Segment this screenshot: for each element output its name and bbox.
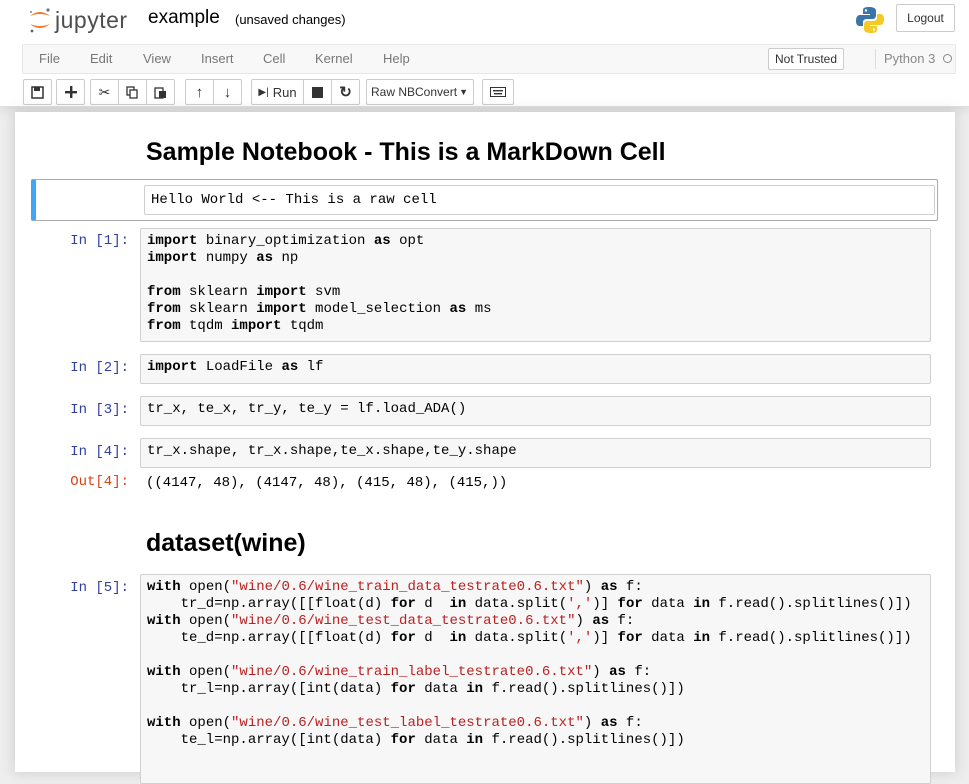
jupyter-logo-icon <box>29 8 50 33</box>
run-icon: ▶| <box>258 86 269 98</box>
input-prompt: In [4]: <box>70 444 129 460</box>
markdown-heading[interactable]: Sample Notebook - This is a MarkDown Cel… <box>146 138 666 167</box>
input-prompt: In [5]: <box>70 580 129 596</box>
brand-wordmark: jupyter <box>55 7 128 33</box>
paste-icon <box>154 86 166 99</box>
menu-edit[interactable]: Edit <box>90 51 112 66</box>
markdown-heading[interactable]: dataset(wine) <box>146 529 306 558</box>
notebook-container: Sample Notebook - This is a MarkDown Cel… <box>15 112 955 784</box>
run-label: Run <box>272 84 297 100</box>
restart-icon: ↻ <box>339 84 352 101</box>
arrow-down-icon: ↓ <box>223 83 232 101</box>
command-palette-button[interactable] <box>482 79 514 105</box>
code-text: import binary_optimization as opt import… <box>147 233 492 334</box>
code-text: tr_x.shape, tr_x.shape,te_x.shape,te_y.s… <box>147 443 517 459</box>
kernel-idle-icon <box>943 54 952 63</box>
copy-button[interactable] <box>118 79 147 105</box>
menu-insert[interactable]: Insert <box>201 51 234 66</box>
cut-button[interactable]: ✂ <box>90 79 119 105</box>
menu-view[interactable]: View <box>143 51 171 66</box>
keyboard-icon <box>490 87 506 97</box>
code-text: import LoadFile as lf <box>147 359 324 375</box>
run-button[interactable]: ▶| Run <box>251 79 304 105</box>
save-button[interactable] <box>23 79 52 105</box>
menubar: File Edit View Insert Cell Kernel Help N… <box>22 44 956 74</box>
menu-file[interactable]: File <box>39 51 60 66</box>
code-text: with open("wine/0.6/wine_train_data_test… <box>147 579 912 748</box>
output-text: ((4147, 48), (4147, 48), (415, 48), (415… <box>146 475 508 491</box>
cell-type-select[interactable]: Raw NBConvert ▼ <box>366 79 474 105</box>
code-cell-editor[interactable]: import binary_optimization as opt import… <box>140 228 931 342</box>
cut-icon: ✂ <box>98 83 111 100</box>
not-trusted-button[interactable]: Not Trusted <box>768 48 845 70</box>
raw-cell-editor[interactable]: Hello World <-- This is a raw cell <box>144 185 935 215</box>
python-logo-icon <box>856 7 884 33</box>
notebook-name[interactable]: example <box>148 7 220 29</box>
restart-button[interactable]: ↻ <box>331 79 360 105</box>
interrupt-button[interactable] <box>303 79 332 105</box>
raw-cell[interactable]: Hello World <-- This is a raw cell <box>31 179 938 221</box>
menu-help[interactable]: Help <box>383 51 410 66</box>
paste-button[interactable] <box>146 79 175 105</box>
code-cell-editor[interactable]: import LoadFile as lf <box>140 354 931 384</box>
input-prompt: In [2]: <box>70 360 129 376</box>
stop-icon <box>312 86 323 98</box>
cell-type-value: Raw NBConvert <box>371 85 458 99</box>
copy-icon <box>126 85 138 99</box>
jupyter-logo[interactable]: jupyter <box>27 6 137 34</box>
input-prompt: In [3]: <box>70 402 129 418</box>
raw-cell-text: Hello World <-- This is a raw cell <box>151 192 437 208</box>
header: jupyter example (unsaved changes) Logout… <box>0 0 969 107</box>
move-down-button[interactable]: ↓ <box>213 79 242 105</box>
input-prompt: In [1]: <box>70 233 129 249</box>
plus-icon <box>64 86 77 98</box>
save-status: (unsaved changes) <box>235 12 346 27</box>
arrow-up-icon: ↑ <box>195 83 204 101</box>
insert-cell-button[interactable] <box>56 79 85 105</box>
code-text: tr_x, te_x, tr_y, te_y = lf.load_ADA() <box>147 401 467 417</box>
menu-kernel[interactable]: Kernel <box>315 51 353 66</box>
kernel-name: Python 3 <box>875 49 935 69</box>
code-cell-editor[interactable]: tr_x, te_x, tr_y, te_y = lf.load_ADA() <box>140 396 931 426</box>
logout-button[interactable]: Logout <box>896 4 955 32</box>
output-prompt: Out[4]: <box>70 474 129 490</box>
toolbar: ✂ ↑ ↓ ▶| Run ↻ Raw NBConvert ▼ <box>0 79 969 107</box>
caret-down-icon: ▼ <box>459 87 468 97</box>
menu-cell[interactable]: Cell <box>263 51 285 66</box>
code-cell-editor[interactable]: with open("wine/0.6/wine_train_data_test… <box>140 574 931 784</box>
code-cell-editor[interactable]: tr_x.shape, tr_x.shape,te_x.shape,te_y.s… <box>140 438 931 468</box>
save-icon <box>31 85 44 99</box>
move-up-button[interactable]: ↑ <box>185 79 214 105</box>
